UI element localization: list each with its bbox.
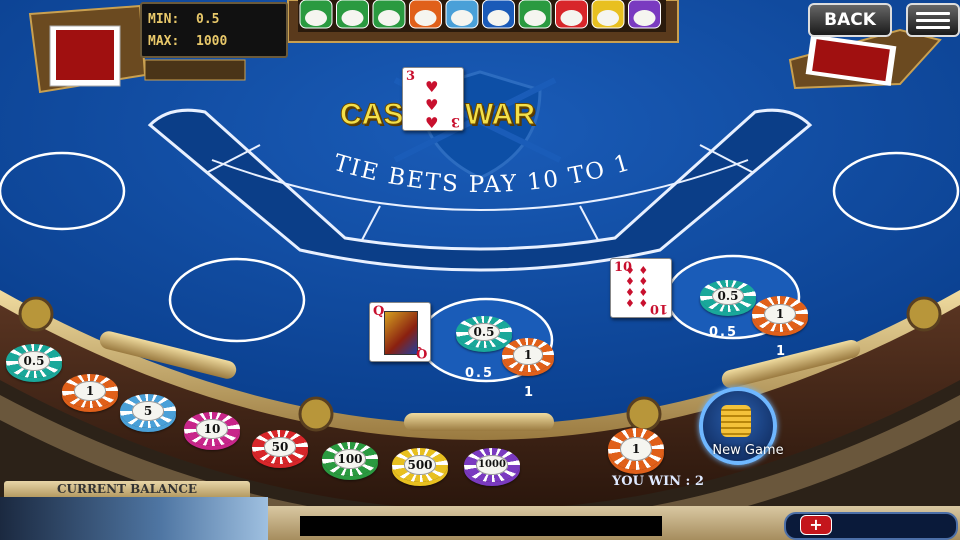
current-balance-display	[0, 497, 268, 540]
dealer-card: 3 ♥ ♥ ♥ 3	[402, 67, 464, 132]
new-game-label: New Game	[712, 443, 784, 458]
hamburger-icon	[916, 12, 950, 15]
chip-1000[interactable]: 1000	[464, 448, 520, 482]
max-value: 1000	[196, 34, 228, 49]
chip-1[interactable]: 1	[62, 374, 118, 408]
max-label: MAX:	[148, 34, 180, 49]
plus-icon[interactable]: +	[800, 515, 832, 535]
volume-control[interactable]: +	[784, 512, 958, 540]
heart-suit-icon: ♥ ♥ ♥	[425, 78, 439, 132]
menu-button[interactable]	[906, 3, 960, 37]
win-chip: 1	[502, 338, 554, 372]
message-bar	[300, 516, 662, 536]
chip-5[interactable]: 5	[120, 394, 176, 428]
queen-face-icon	[384, 311, 418, 355]
new-game-button[interactable]: New Game	[696, 387, 796, 465]
chip-50[interactable]: 50	[252, 430, 308, 464]
bet-amount: 0.5	[709, 325, 739, 340]
chip-100[interactable]: 100	[322, 442, 378, 476]
win-chip: 1	[608, 428, 664, 470]
chip-10[interactable]: 10	[184, 412, 240, 446]
player-card: Q Q	[369, 302, 431, 362]
back-button[interactable]: BACK	[808, 3, 892, 37]
min-label: MIN:	[148, 12, 180, 27]
table-limits: MIN: 0.5 MAX: 1000	[140, 2, 288, 58]
payout-amount: 1	[524, 385, 536, 400]
player-card: 10 ♦ ♦ ♦ ♦ ♦ ♦ ♦ ♦ 10	[610, 258, 672, 318]
coin-stack-icon	[721, 405, 751, 437]
chip-0.5[interactable]: 0.5	[6, 344, 62, 378]
win-message: YOU WIN : 2	[612, 474, 704, 489]
win-chip: 1	[752, 296, 808, 332]
diamond-suit-icon: ♦ ♦ ♦ ♦ ♦ ♦ ♦ ♦	[625, 264, 649, 310]
bet-chip: 0.5	[456, 316, 512, 348]
rail-slot	[404, 413, 554, 431]
payout-amount: 1	[776, 344, 788, 359]
current-balance-label: CURRENT BALANCE	[4, 481, 250, 497]
min-value: 0.5	[196, 12, 220, 27]
bet-chip: 0.5	[700, 280, 756, 312]
bet-amount: 0.5	[465, 366, 495, 381]
chip-500[interactable]: 500	[392, 448, 448, 482]
